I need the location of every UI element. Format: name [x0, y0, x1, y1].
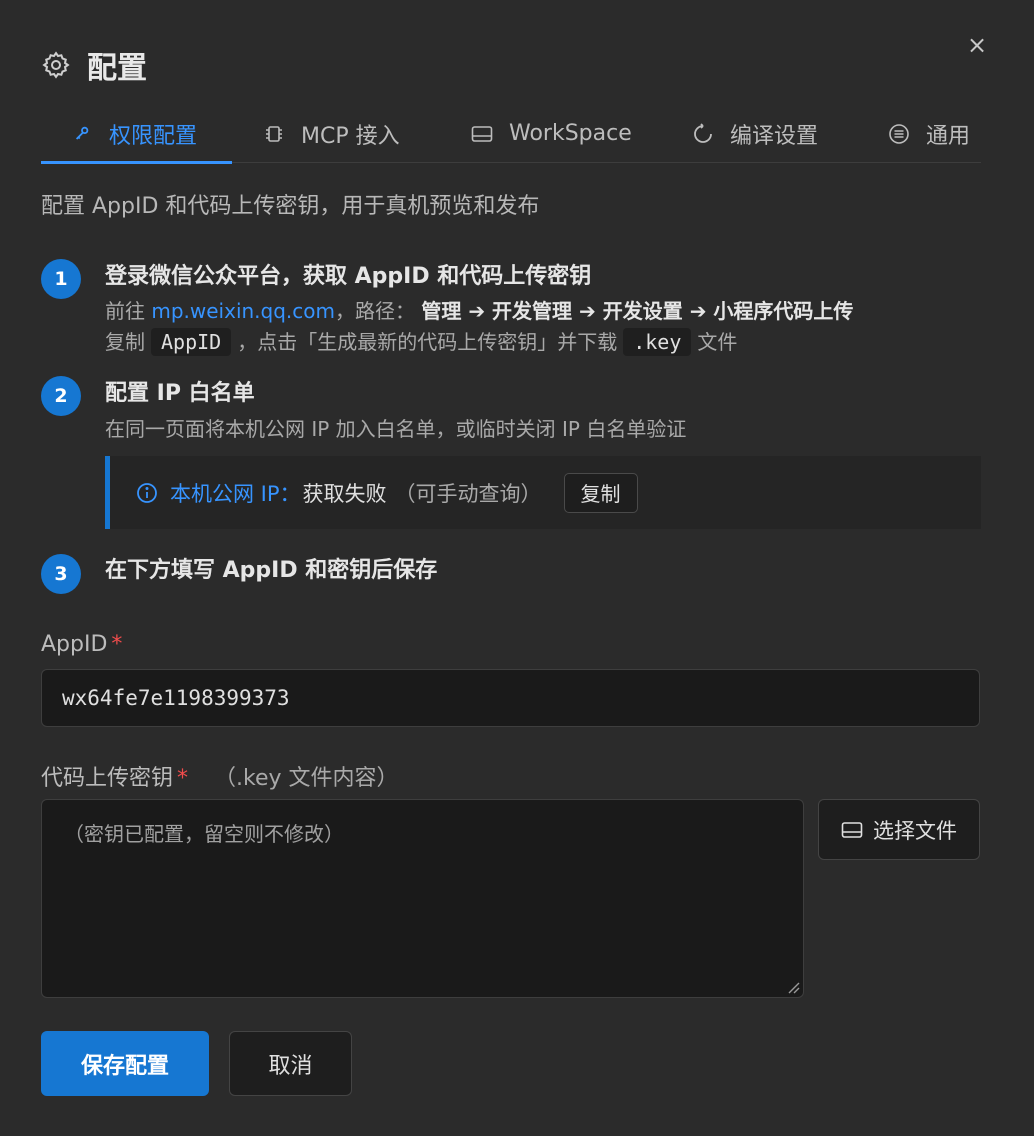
required-mark: * — [111, 632, 123, 657]
label-text: AppID — [41, 632, 108, 657]
key-placeholder: （密钥已配置，留空则不修改） — [64, 822, 344, 846]
tab-permissions[interactable]: 权限配置 — [41, 104, 232, 164]
step-title: 配置 IP 白名单 — [105, 381, 255, 406]
intro-text: 配置 AppID 和代码上传密钥，用于真机预览和发布 — [41, 194, 540, 219]
step-title: 在下方填写 AppID 和密钥后保存 — [105, 558, 438, 583]
step-description: 复制 AppID ，点击「生成最新的代码上传密钥」并下载 .key 文件 — [105, 326, 738, 356]
save-button[interactable]: 保存配置 — [41, 1031, 209, 1096]
choose-file-button[interactable]: 选择文件 — [818, 799, 980, 860]
step-title: 登录微信公众平台，获取 AppID 和代码上传密钥 — [105, 264, 592, 289]
tab-label: WorkSpace — [509, 121, 632, 146]
config-dialog: 配置 × 权限配置 MCP 接入 WorkSpace 编译设置 通用 配置 Ap… — [0, 0, 1034, 1136]
key-label: 代码上传密钥 * （.key 文件内容） — [41, 760, 399, 792]
tab-bar: 权限配置 MCP 接入 WorkSpace 编译设置 通用 — [41, 104, 981, 164]
tab-workspace[interactable]: WorkSpace — [471, 104, 632, 163]
appid-input[interactable]: wx64fe7e1198399373 — [41, 669, 980, 727]
copy-ip-button[interactable]: 复制 — [563, 472, 638, 513]
public-ip-box: 本机公网 IP： 获取失败 （可手动查询） 复制 — [105, 456, 981, 529]
dialog-title: 配置 — [87, 51, 147, 86]
text: 文件 — [697, 330, 738, 354]
tab-label: 权限配置 — [109, 123, 198, 149]
ip-hint: （可手动查询） — [394, 481, 542, 506]
info-icon — [137, 482, 157, 503]
refresh-icon — [692, 122, 714, 145]
chip-icon — [263, 123, 285, 145]
tab-label: 通用 — [926, 123, 971, 149]
text: ，路径： — [335, 299, 416, 323]
list-icon — [888, 123, 910, 145]
step-number: 1 — [41, 259, 81, 299]
ip-value: 获取失败 — [302, 481, 387, 506]
close-icon: × — [966, 31, 988, 59]
tab-label: 编译设置 — [730, 123, 819, 149]
text: 前往 — [105, 299, 152, 323]
mp-weixin-link[interactable]: mp.weixin.qq.com — [151, 299, 335, 323]
cancel-button[interactable]: 取消 — [229, 1031, 352, 1096]
folder-icon — [471, 123, 493, 145]
text: 复制 — [105, 330, 145, 354]
step-number: 3 — [41, 554, 81, 594]
key-icon — [71, 123, 93, 145]
resize-grip-icon[interactable] — [786, 980, 800, 994]
gear-icon — [42, 51, 70, 79]
menu-path: 管理 ➔ 开发管理 ➔ 开发设置 ➔ 小程序代码上传 — [421, 299, 854, 323]
ip-label: 本机公网 IP： — [170, 481, 301, 506]
text: ，点击「生成最新的代码上传密钥」并下载 — [237, 330, 618, 354]
tab-general[interactable]: 通用 — [888, 104, 970, 163]
key-note: （.key 文件内容） — [214, 766, 399, 791]
label-text: 代码上传密钥 — [41, 766, 174, 791]
code-appid: AppID — [151, 328, 232, 356]
tab-label: MCP 接入 — [301, 123, 400, 149]
choose-file-label: 选择文件 — [873, 818, 957, 843]
tab-mcp[interactable]: MCP 接入 — [263, 104, 400, 163]
step-description: 前往 mp.weixin.qq.com，路径： 管理 ➔ 开发管理 ➔ 开发设置… — [105, 295, 853, 324]
close-button[interactable]: × — [964, 32, 990, 58]
step-number: 2 — [41, 376, 81, 416]
folder-icon — [841, 821, 863, 838]
step-description: 在同一页面将本机公网 IP 加入白名单，或临时关闭 IP 白名单验证 — [105, 417, 687, 441]
required-mark: * — [177, 766, 189, 791]
dialog-header: 配置 — [41, 42, 147, 88]
appid-label: AppID * — [41, 632, 122, 657]
key-textarea[interactable]: （密钥已配置，留空则不修改） — [41, 799, 804, 998]
code-key: .key — [623, 328, 692, 356]
tab-compile-settings[interactable]: 编译设置 — [692, 104, 818, 163]
